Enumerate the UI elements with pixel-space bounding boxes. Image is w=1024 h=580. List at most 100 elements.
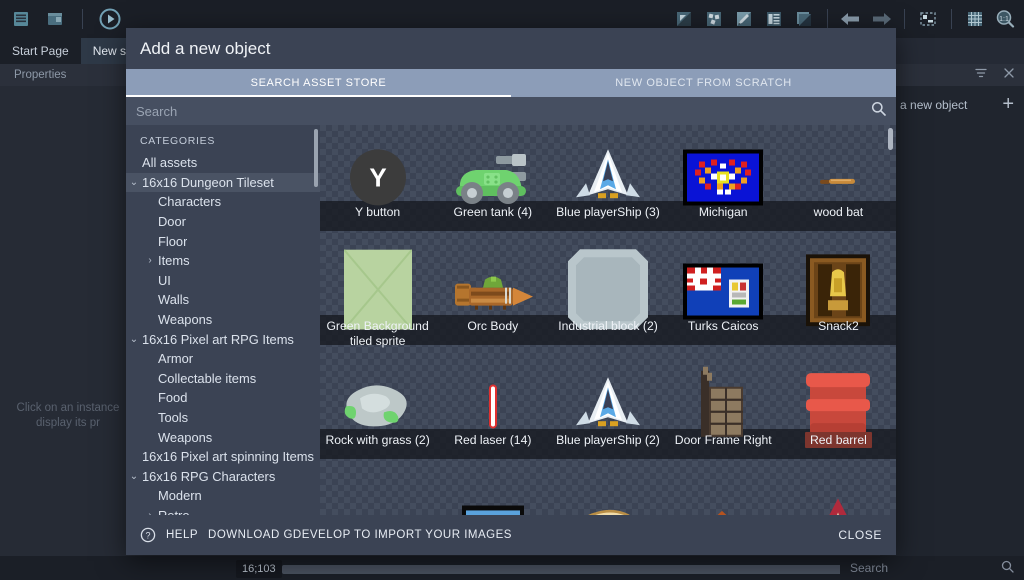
filter-icon[interactable] <box>974 66 988 85</box>
category-item[interactable]: ⌄ 16x16 RPG Characters <box>126 467 320 487</box>
asset-label-text: Rock with grass (2) <box>325 433 430 447</box>
asset-card[interactable]: Industrial block (2) <box>550 239 666 353</box>
close-icon[interactable] <box>1002 66 1016 85</box>
assets-row: Y Y button Green tank (4) Blue playerShip (… <box>320 125 896 239</box>
category-item[interactable]: UI <box>126 271 320 291</box>
chevron-placeholder <box>142 353 158 364</box>
asset-thumbnail-red-laser <box>487 384 499 429</box>
status-search-placeholder: Search <box>850 561 889 575</box>
tab-search-asset-store[interactable]: SEARCH ASSET STORE <box>126 69 511 97</box>
asset-card[interactable]: wood bat <box>780 125 896 239</box>
scene-editor-icon[interactable] <box>42 6 68 32</box>
asset-card[interactable]: Blue playerShip (3) <box>550 125 666 239</box>
project-manager-icon[interactable] <box>8 6 34 32</box>
help-link[interactable]: HELP <box>166 529 198 541</box>
category-item[interactable]: 16x16 Pixel art spinning Items <box>126 447 320 467</box>
categories-list: All assets ⌄ 16x16 Dungeon Tileset Charact… <box>126 153 320 515</box>
chevron-down-icon[interactable]: ⌄ <box>126 177 142 188</box>
category-item[interactable]: Food <box>126 388 320 408</box>
svg-text:?: ? <box>145 530 150 540</box>
zone-icon[interactable] <box>915 6 941 32</box>
chevron-right-icon[interactable]: › <box>142 510 158 515</box>
dialog-body: CATEGORIES All assets ⌄ 16x16 Dungeon Tile… <box>126 125 896 515</box>
tab-start-page[interactable]: Start Page <box>0 38 81 64</box>
assets-row <box>320 467 896 515</box>
asset-card[interactable] <box>435 467 550 515</box>
asset-thumbnail-door-frame-right <box>693 365 753 443</box>
asset-card[interactable]: Red barrel <box>780 353 896 467</box>
preview-play-icon[interactable] <box>97 6 123 32</box>
category-item[interactable]: Tools <box>126 408 320 428</box>
toolbar-divider-4 <box>951 9 952 29</box>
asset-card[interactable]: Door Frame Right <box>665 353 781 467</box>
tab-new-object-from-scratch[interactable]: NEW OBJECT FROM SCRATCH <box>511 69 896 97</box>
close-button[interactable]: CLOSE <box>838 528 882 542</box>
canvas-hint-text: Click on an instance display its pr <box>16 402 120 429</box>
asset-thumbnail-blue-ship <box>572 375 644 435</box>
asset-label: Door Frame Right <box>666 433 781 448</box>
category-item[interactable]: ›Retro <box>126 506 320 515</box>
zoom-icon[interactable]: 1:1 <box>992 6 1018 32</box>
asset-card[interactable] <box>666 467 781 515</box>
asset-card[interactable]: Red laser (14) <box>435 353 551 467</box>
chevron-placeholder <box>126 451 142 462</box>
chevron-down-icon[interactable]: ⌄ <box>126 471 142 482</box>
toolbar-left-group <box>0 6 123 32</box>
toolbar-divider-3 <box>904 9 905 29</box>
category-item[interactable]: Door <box>126 212 320 232</box>
category-item[interactable]: ⌄ 16x16 Pixel art RPG Items <box>126 329 320 349</box>
asset-label-text: Snack2 <box>818 319 859 333</box>
category-item[interactable]: Walls <box>126 290 320 310</box>
category-item[interactable]: Modern <box>126 486 320 506</box>
category-item[interactable]: Weapons <box>126 310 320 330</box>
asset-label: Green tank (4) <box>435 205 550 220</box>
search-icon[interactable] <box>871 101 886 121</box>
cursor-coordinates: 16;103 <box>236 560 282 578</box>
asset-card[interactable] <box>320 467 435 515</box>
asset-card[interactable]: Orc Body <box>435 239 551 353</box>
category-item[interactable]: › Items <box>126 251 320 271</box>
search-icon[interactable] <box>1001 560 1014 576</box>
asset-card[interactable]: Y Y button <box>320 125 436 239</box>
asset-label: Turks Caicos <box>666 319 781 334</box>
category-item[interactable]: All assets <box>126 153 320 173</box>
chevron-placeholder <box>142 392 158 403</box>
download-gdevelop-link[interactable]: DOWNLOAD GDEVELOP TO IMPORT YOUR IMAGES <box>208 529 512 541</box>
asset-card[interactable]: Green tank (4) <box>435 125 551 239</box>
chevron-right-icon[interactable]: › <box>142 255 158 266</box>
properties-bar-actions <box>974 64 1016 86</box>
category-item[interactable]: Characters <box>126 192 320 212</box>
asset-card[interactable] <box>781 467 896 515</box>
chevron-placeholder <box>142 314 158 325</box>
category-item[interactable]: Armor <box>126 349 320 369</box>
plus-icon[interactable]: + <box>1002 93 1014 116</box>
asset-card[interactable]: Blue playerShip (2) <box>550 353 666 467</box>
categories-scrollbar[interactable] <box>314 129 318 187</box>
category-item-label: 16x16 RPG Characters <box>142 468 276 484</box>
asset-thumbnail-blue-flag-bar <box>461 505 524 515</box>
asset-label: Orc Body <box>435 319 550 334</box>
chevron-down-icon[interactable]: ⌄ <box>126 334 142 345</box>
category-item-label: Floor <box>158 233 188 249</box>
asset-card[interactable]: Michigan <box>665 125 781 239</box>
asset-card[interactable]: Green Background tiled sprite <box>320 239 436 353</box>
grid-icon[interactable] <box>962 6 988 32</box>
status-search-box[interactable]: Search <box>840 556 1024 580</box>
asset-card[interactable] <box>550 467 665 515</box>
search-input[interactable] <box>136 103 863 119</box>
tab-search-asset-store-label: SEARCH ASSET STORE <box>250 77 387 89</box>
category-item[interactable]: Collectable items <box>126 369 320 389</box>
add-new-object-row[interactable]: d a new object + <box>880 86 1024 123</box>
asset-card[interactable]: Snack2 <box>780 239 896 353</box>
asset-label-text: Michigan <box>698 205 748 219</box>
asset-label-text: Orc Body <box>467 319 519 333</box>
svg-text:1:1: 1:1 <box>999 16 1009 23</box>
help-circle-icon[interactable]: ? <box>140 527 156 543</box>
category-item[interactable]: Floor <box>126 231 320 251</box>
assets-scrollbar[interactable] <box>888 128 893 150</box>
category-item[interactable]: Weapons <box>126 427 320 447</box>
asset-label: Y button <box>320 205 435 220</box>
asset-card[interactable]: Rock with grass (2) <box>320 353 436 467</box>
asset-card[interactable]: Turks Caicos <box>665 239 781 353</box>
category-item[interactable]: ⌄ 16x16 Dungeon Tileset <box>126 172 320 193</box>
